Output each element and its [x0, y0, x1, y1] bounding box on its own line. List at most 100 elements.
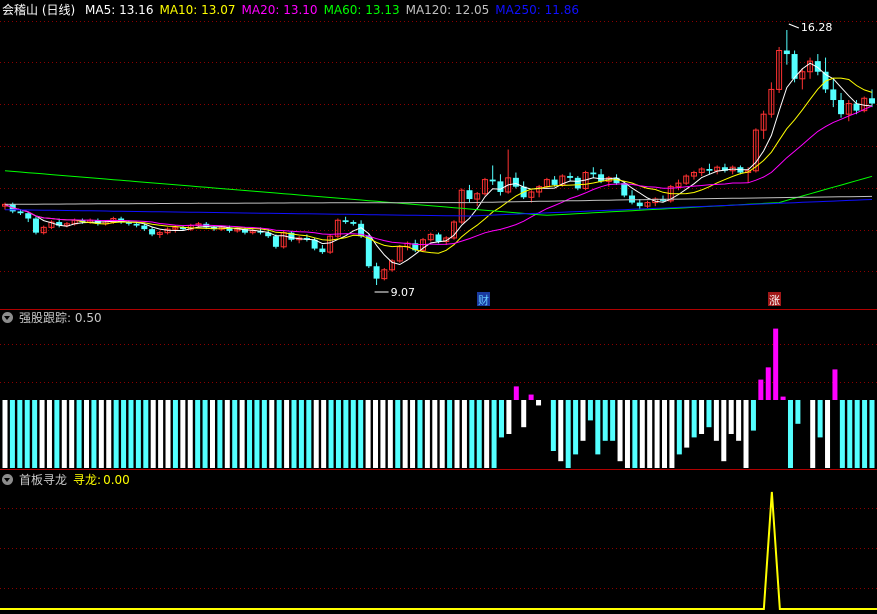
indicator-bar [298, 400, 304, 468]
indicator-bar [84, 400, 90, 468]
indicator-bar [358, 400, 364, 468]
indicator-bar [765, 367, 771, 400]
indicator1-value: : 0.50 [67, 311, 102, 325]
indicator-bar [839, 400, 845, 468]
candle-body [783, 50, 790, 55]
indicator-bar [580, 400, 586, 441]
indicator2-value: 0.00 [103, 473, 130, 487]
indicator-bar [284, 400, 290, 468]
indicator-bar [484, 400, 490, 468]
candle-body [567, 176, 574, 178]
signal-line [0, 491, 877, 610]
indicator-bar [513, 386, 519, 400]
indicator-bar [847, 400, 853, 468]
indicator-bar [202, 400, 208, 468]
indicator-bar [172, 400, 178, 468]
candle-body [512, 177, 519, 187]
candle-body [319, 248, 326, 253]
indicator-bar [743, 400, 749, 468]
indicator-bar [395, 400, 401, 468]
indicator-bar [825, 400, 831, 468]
indicator-bar [254, 400, 260, 468]
chart-canvas[interactable]: 16.28 9.07 财 涨 [0, 0, 877, 614]
collapse-icon[interactable] [2, 312, 13, 323]
indicator-bar [787, 400, 793, 468]
indicator-bar [750, 400, 756, 431]
indicator-bar [291, 400, 297, 468]
indicator-bar [350, 400, 356, 468]
indicator1-header: 强股跟踪: 0.50 [2, 310, 108, 326]
indicator-bar [135, 400, 141, 468]
candle-body [342, 220, 349, 223]
indicator-bar [91, 400, 97, 468]
candle-body [551, 179, 558, 185]
indicator-bar [247, 400, 253, 468]
indicator-bar [32, 400, 38, 468]
indicator-bar [187, 400, 193, 468]
indicator-bar [417, 400, 423, 468]
indicator-bar [276, 400, 282, 468]
indicator-bar [476, 400, 482, 468]
indicator-bar [454, 400, 460, 468]
indicator-bar [432, 400, 438, 468]
indicator-bar [343, 400, 349, 468]
indicator-bar [461, 400, 467, 468]
indicator-bar [595, 400, 601, 455]
indicator-bar [869, 400, 875, 468]
indicator-bar [832, 369, 838, 400]
indicator-bar [498, 400, 504, 438]
stock-chart-window: 会稽山 (日线) MA5: 13.16 MA10: 13.07 MA20: 13.1… [0, 0, 877, 614]
indicator-bar [810, 400, 816, 468]
indicator-bar [209, 400, 215, 468]
indicator-bar [306, 400, 312, 468]
indicator-bar [61, 400, 67, 468]
indicator-bar [9, 400, 15, 468]
indicator-bar [69, 400, 75, 468]
indicator2-name: 首板寻龙 [19, 473, 68, 487]
indicator-bar [380, 400, 386, 468]
indicator-bar [439, 400, 445, 468]
indicator-bar [321, 400, 327, 468]
indicator-bar [410, 400, 416, 468]
indicator-bar [447, 400, 453, 468]
indicator-bar [617, 400, 623, 462]
candle-body [621, 183, 628, 196]
indicator-bar [150, 400, 156, 468]
candle-body [435, 234, 442, 242]
candle-body [853, 103, 860, 111]
indicator2-header: 首板寻龙 寻龙: 0.00 [2, 472, 136, 488]
indicator-bar [313, 400, 319, 468]
indicator-bar [106, 400, 112, 468]
candle-body [869, 98, 875, 104]
indicator-bar [550, 400, 556, 451]
indicator-bar [365, 400, 371, 468]
indicator-bar [195, 400, 201, 468]
indicator-bar [817, 400, 823, 438]
indicator-bar [602, 400, 608, 441]
indicator-bar [721, 400, 727, 462]
indicator-bar [558, 400, 564, 462]
indicator-bar [706, 400, 712, 428]
candle-body [636, 202, 643, 207]
ma120-line [4, 195, 873, 205]
indicator-bar [158, 400, 164, 468]
indicator-bar [165, 400, 171, 468]
indicator-bar [854, 400, 860, 468]
indicator-bar [676, 400, 682, 455]
candle-body [830, 89, 837, 101]
indicator-bar [662, 400, 668, 468]
candle-body [272, 236, 279, 247]
candle-body [133, 223, 140, 226]
indicator-bar [684, 400, 690, 448]
indicator-bar [328, 400, 334, 468]
indicator-bar [573, 400, 579, 455]
indicator-bar [536, 400, 542, 406]
high-price-label: 16.28 [801, 21, 833, 34]
indicator-bar [217, 400, 223, 468]
collapse-icon[interactable] [2, 474, 13, 485]
candle-body [706, 168, 713, 171]
indicator-bar [691, 400, 697, 438]
marker-limit-up: 涨 [769, 294, 780, 307]
candle-body [373, 266, 380, 279]
indicator-bar [639, 400, 645, 468]
